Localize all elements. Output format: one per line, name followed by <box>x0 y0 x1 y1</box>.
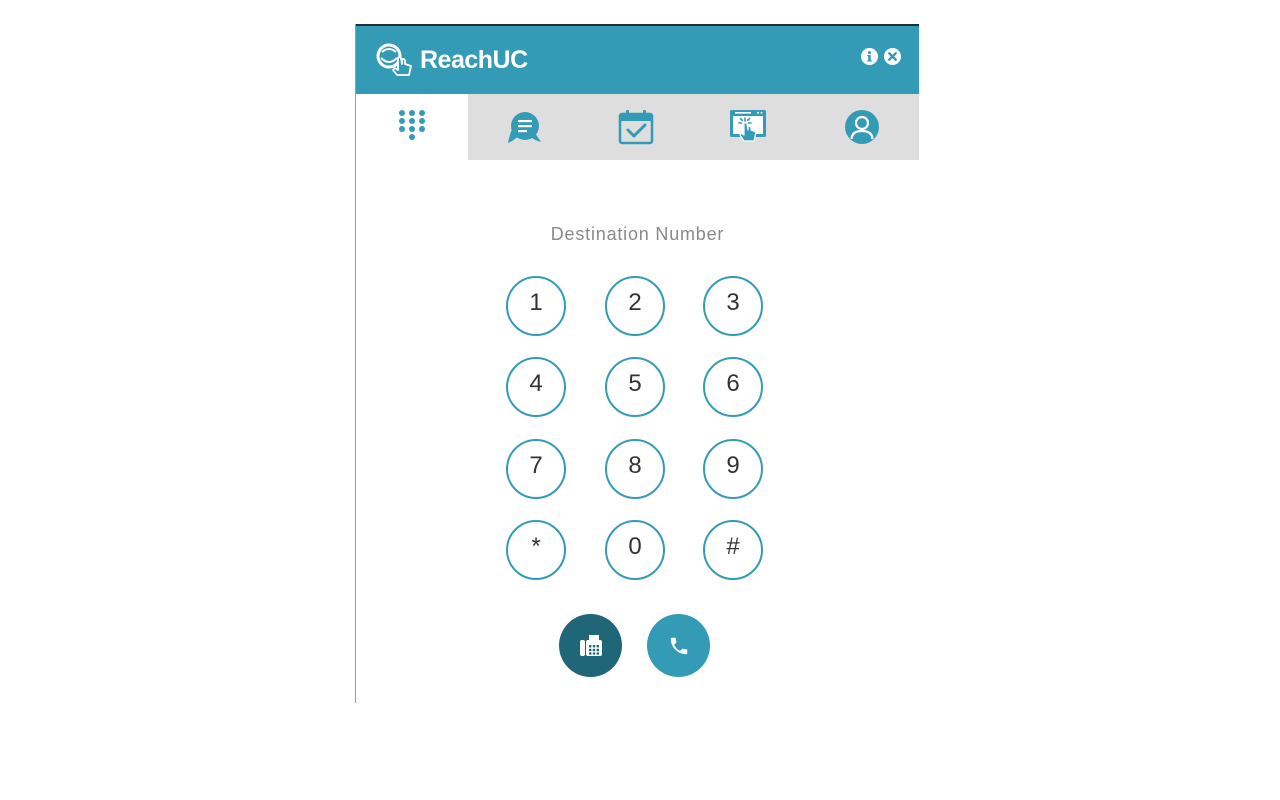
key-star[interactable]: * <box>506 520 566 580</box>
tab-calendar[interactable] <box>580 94 692 160</box>
chat-icon <box>508 112 541 143</box>
key-2[interactable]: 2 <box>605 276 665 336</box>
calendar-check-icon <box>618 110 654 145</box>
phone-icon <box>670 637 687 654</box>
app-logo: ReachUC <box>376 42 528 78</box>
tab-screen-share[interactable] <box>692 94 804 160</box>
close-button[interactable] <box>884 48 901 65</box>
dialpad-icon <box>399 110 425 140</box>
screen-click-icon <box>730 110 766 142</box>
key-5[interactable]: 5 <box>605 357 665 417</box>
key-6[interactable]: 6 <box>703 357 763 417</box>
key-0[interactable]: 0 <box>605 520 665 580</box>
header-actions <box>861 48 901 65</box>
app-header: ReachUC <box>356 24 919 94</box>
key-1[interactable]: 1 <box>506 276 566 336</box>
key-4[interactable]: 4 <box>506 357 566 417</box>
key-9[interactable]: 9 <box>703 439 763 499</box>
tab-profile[interactable] <box>804 94 919 160</box>
reachuc-app-window: ReachUC Destination Number 1 2 3 4 5 6 7… <box>355 24 919 703</box>
reachuc-logo-icon <box>376 42 420 78</box>
user-profile-icon <box>844 110 879 144</box>
info-button[interactable] <box>861 48 878 65</box>
key-8[interactable]: 8 <box>605 439 665 499</box>
destination-number-label: Destination Number <box>550 224 725 244</box>
tab-dialpad[interactable] <box>356 94 468 160</box>
close-icon <box>888 52 897 61</box>
fax-icon <box>579 634 602 656</box>
key-hash[interactable]: # <box>703 520 763 580</box>
key-7[interactable]: 7 <box>506 439 566 499</box>
fax-button[interactable] <box>559 614 622 677</box>
key-3[interactable]: 3 <box>703 276 763 336</box>
main-tabs <box>356 94 919 160</box>
call-button[interactable] <box>647 614 710 677</box>
app-name: ReachUC <box>420 46 528 74</box>
tab-chat[interactable] <box>468 94 580 160</box>
info-icon <box>867 51 872 62</box>
